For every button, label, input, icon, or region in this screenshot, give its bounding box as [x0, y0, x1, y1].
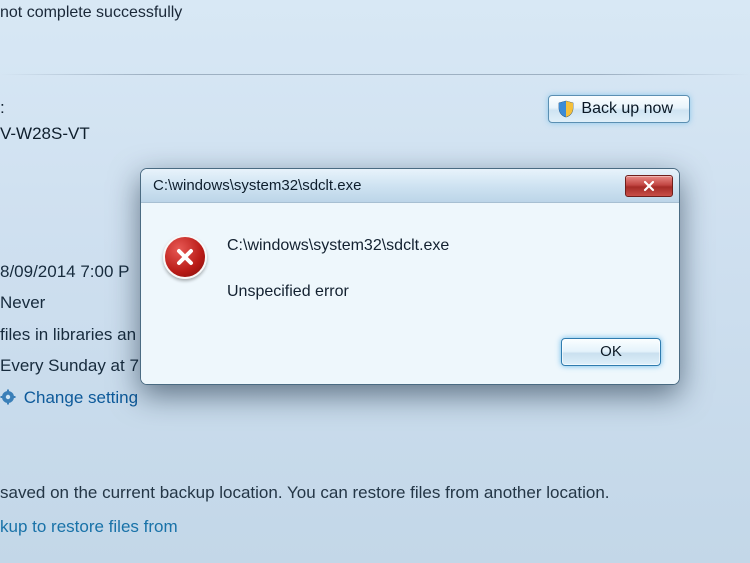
- ok-button[interactable]: OK: [561, 338, 661, 366]
- dialog-titlebar[interactable]: C:\windows\system32\sdclt.exe: [141, 169, 679, 203]
- error-icon: [163, 235, 207, 279]
- back-up-now-button[interactable]: Back up now: [548, 95, 690, 123]
- dialog-message-path: C:\windows\system32\sdclt.exe: [227, 235, 449, 257]
- section-divider: [0, 74, 750, 75]
- status-message: not complete successfully: [0, 0, 750, 26]
- dialog-message-error: Unspecified error: [227, 281, 449, 303]
- dialog-message: C:\windows\system32\sdclt.exe Unspecifie…: [227, 235, 449, 304]
- change-settings-link[interactable]: Change setting: [24, 388, 138, 407]
- shield-icon: [557, 100, 575, 118]
- restore-description: saved on the current backup location. Yo…: [0, 483, 750, 503]
- restore-browse-link[interactable]: kup to restore files from: [0, 517, 750, 537]
- gear-icon: [0, 384, 16, 400]
- device-label-suffix: :: [0, 95, 90, 121]
- device-info: : V-W28S-VT: [0, 95, 90, 146]
- error-dialog: C:\windows\system32\sdclt.exe C:\windows…: [140, 168, 680, 385]
- close-button[interactable]: [625, 175, 673, 197]
- back-up-now-label: Back up now: [581, 100, 673, 118]
- dialog-title: C:\windows\system32\sdclt.exe: [153, 177, 361, 194]
- restore-info: saved on the current backup location. Yo…: [0, 483, 750, 537]
- close-icon: [642, 180, 656, 192]
- device-name: V-W28S-VT: [0, 121, 90, 147]
